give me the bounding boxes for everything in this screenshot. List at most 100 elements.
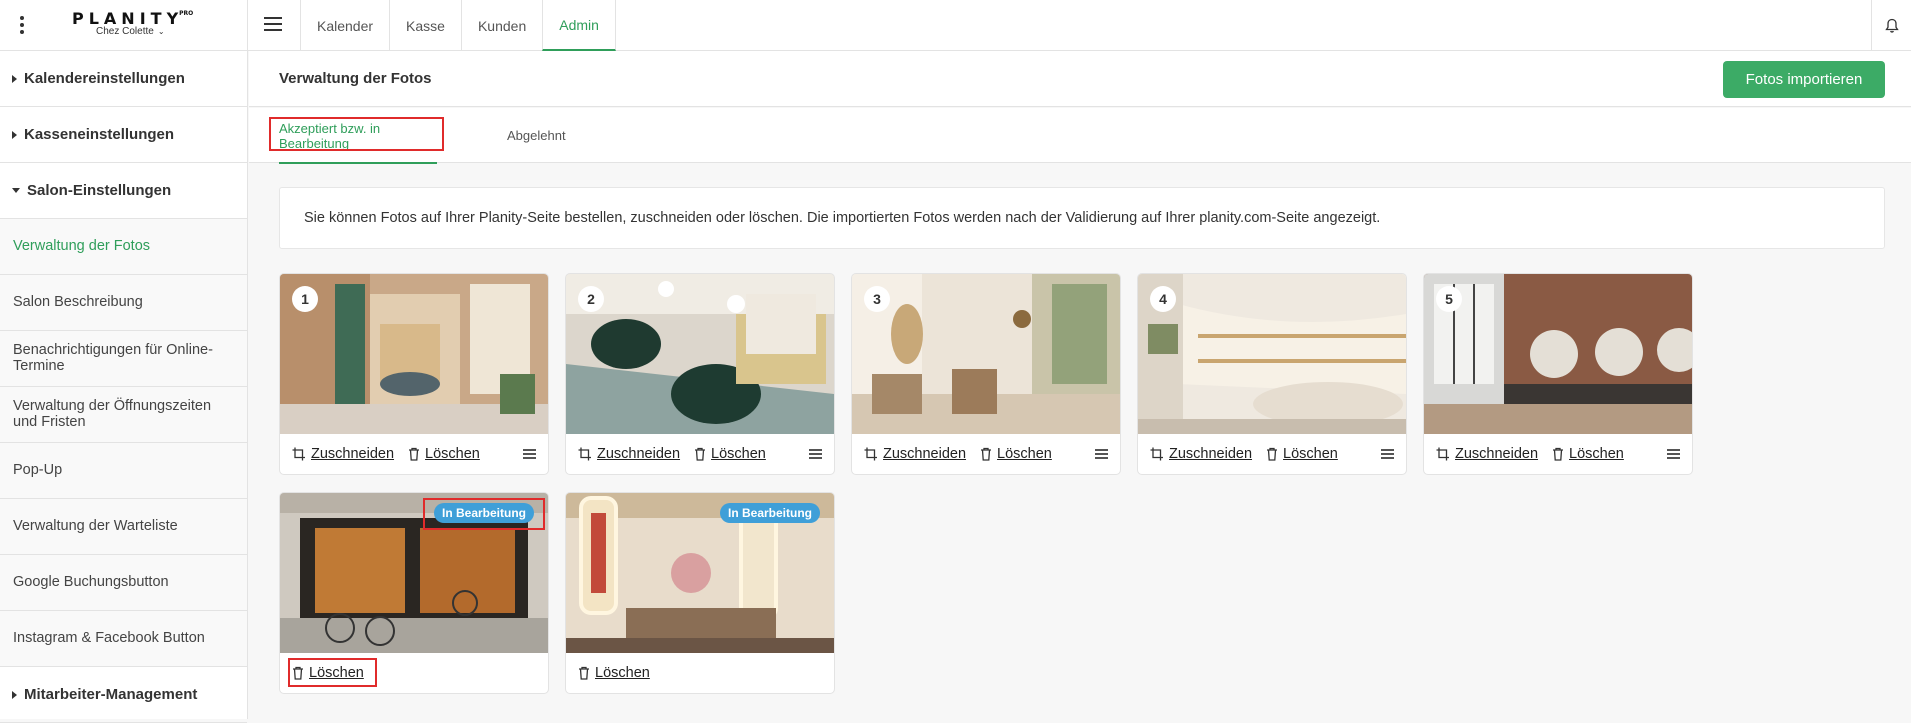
salon-selector[interactable]: Chez Colette ⌄ [96,26,165,37]
crop-button[interactable]: Zuschneiden [1436,446,1538,462]
info-message: Sie können Fotos auf Ihrer Planity-Seite… [279,187,1885,249]
sidebar-section-label: Kasseneinstellungen [24,126,175,143]
caret-right-icon [12,690,17,699]
salon-photo [280,274,548,434]
trash-icon [1553,447,1564,461]
hamburger-menu-icon[interactable] [264,17,282,31]
sidebar-section-salon-einstellungen[interactable]: Salon-Einstellungen [0,163,247,219]
crop-button[interactable]: Zuschneiden [1150,446,1252,462]
delete-label: Löschen [711,446,766,462]
crop-icon [1436,447,1449,461]
delete-label: Löschen [997,446,1052,462]
delete-button[interactable]: Löschen [292,665,364,681]
crop-button[interactable]: Zuschneiden [292,446,394,462]
import-photos-button[interactable]: Fotos importieren [1723,61,1885,98]
status-badge: In Bearbeitung [719,503,820,523]
crop-icon [1150,447,1163,461]
sidebar-item-benachrichtigungen[interactable]: Benachrichtigungen für Online-Termine [0,331,247,387]
crop-icon [292,447,305,461]
photo-number-badge: 5 [1436,286,1462,312]
drag-handle-icon[interactable] [1667,449,1680,459]
page-title: Verwaltung der Fotos [279,70,432,87]
sidebar: Kalendereinstellungen Kasseneinstellunge… [0,51,248,723]
photo-actions: Löschen [566,653,834,693]
crop-label: Zuschneiden [1455,446,1539,462]
status-badge: In Bearbeitung [433,503,534,523]
more-options-icon[interactable] [14,14,30,36]
photo-actions: Löschen [280,653,548,693]
delete-button[interactable]: Löschen [578,665,650,681]
photo-number-badge: 2 [578,286,604,312]
delete-button[interactable]: Löschen [980,446,1052,462]
delete-button[interactable]: Löschen [408,446,480,462]
trash-icon [1267,447,1278,461]
notifications-bell-icon[interactable] [1871,0,1911,51]
sidebar-item-pop-up[interactable]: Pop-Up [0,443,247,499]
photo-actions: Zuschneiden Löschen [852,434,1120,474]
nav-tab-kalender[interactable]: Kalender [300,0,389,51]
photo-card-pending: In Bearbeitung Löschen [565,492,835,694]
photo-card: 3 Zuschneiden Löschen [851,273,1121,475]
brand-area: PLANITYPRO Chez Colette ⌄ [0,0,248,51]
sidebar-section-label: Mitarbeiter-Management [24,686,198,703]
tab-rejected[interactable]: Abgelehnt [507,108,566,163]
salon-photo [1138,274,1406,434]
sidebar-item-salon-beschreibung[interactable]: Salon Beschreibung [0,275,247,331]
delete-button[interactable]: Löschen [1266,446,1338,462]
drag-handle-icon[interactable] [809,449,822,459]
salon-photo [852,274,1120,434]
drag-handle-icon[interactable] [523,449,536,459]
photo-number-badge: 3 [864,286,890,312]
photo-actions: Zuschneiden Löschen [1138,434,1406,474]
nav-tab-kunden[interactable]: Kunden [460,0,542,51]
sidebar-item-oeffnungszeiten[interactable]: Verwaltung der Öffnungszeiten und Friste… [0,387,247,443]
photo-card: 2 Zuschneiden Löschen [565,273,835,475]
main-content: Verwaltung der Fotos Fotos importieren A… [249,51,1911,719]
caret-right-icon [12,74,17,83]
trash-icon [981,447,992,461]
photo-card: 4 Zuschneiden Löschen [1137,273,1407,475]
sidebar-section-mitarbeiter-management[interactable]: Mitarbeiter-Management [0,667,247,723]
salon-name: Chez Colette [96,26,154,37]
trash-icon [695,447,706,461]
trash-icon [409,447,420,461]
sidebar-item-verwaltung-der-fotos[interactable]: Verwaltung der Fotos [0,219,247,275]
sidebar-item-google-buchungsbutton[interactable]: Google Buchungsbutton [0,555,247,611]
crop-label: Zuschneiden [883,446,967,462]
salon-photo [566,274,834,434]
photo-card: 5 Zuschneiden Löschen [1423,273,1693,475]
photo-card-pending: In Bearbeitung Löschen [279,492,549,694]
main-nav: Kalender Kasse Kunden Admin [300,0,616,51]
photo-status-tabs: Akzeptiert bzw. in Bearbeitung Abgelehnt [249,108,1911,164]
delete-label: Löschen [1283,446,1338,462]
photo-actions: Zuschneiden Löschen [566,434,834,474]
sidebar-item-warteliste[interactable]: Verwaltung der Warteliste [0,499,247,555]
photo-actions: Zuschneiden Löschen [280,434,548,474]
trash-icon [579,666,589,680]
chevron-down-icon: ⌄ [157,27,165,36]
page-header: Verwaltung der Fotos Fotos importieren [249,51,1911,107]
crop-button[interactable]: Zuschneiden [864,446,966,462]
crop-label: Zuschneiden [597,446,681,462]
salon-photo [1424,274,1692,434]
crop-button[interactable]: Zuschneiden [578,446,680,462]
delete-button[interactable]: Löschen [694,446,766,462]
sidebar-section-label: Kalendereinstellungen [24,70,185,87]
nav-tab-kasse[interactable]: Kasse [389,0,461,51]
drag-handle-icon[interactable] [1381,449,1394,459]
photo-number-badge: 1 [292,286,318,312]
crop-icon [864,447,877,461]
photo-number-badge: 4 [1150,286,1176,312]
sidebar-section-kasseneinstellungen[interactable]: Kasseneinstellungen [0,107,247,163]
drag-handle-icon[interactable] [1095,449,1108,459]
tab-accepted[interactable]: Akzeptiert bzw. in Bearbeitung [279,108,437,164]
crop-icon [578,447,591,461]
nav-tab-admin[interactable]: Admin [542,0,616,51]
delete-button[interactable]: Löschen [1552,446,1624,462]
sidebar-section-label: Salon-Einstellungen [27,182,172,199]
delete-label: Löschen [425,446,480,462]
crop-label: Zuschneiden [1169,446,1253,462]
delete-label: Löschen [1569,446,1624,462]
sidebar-section-kalendereinstellungen[interactable]: Kalendereinstellungen [0,51,247,107]
sidebar-item-instagram-facebook[interactable]: Instagram & Facebook Button [0,611,247,667]
